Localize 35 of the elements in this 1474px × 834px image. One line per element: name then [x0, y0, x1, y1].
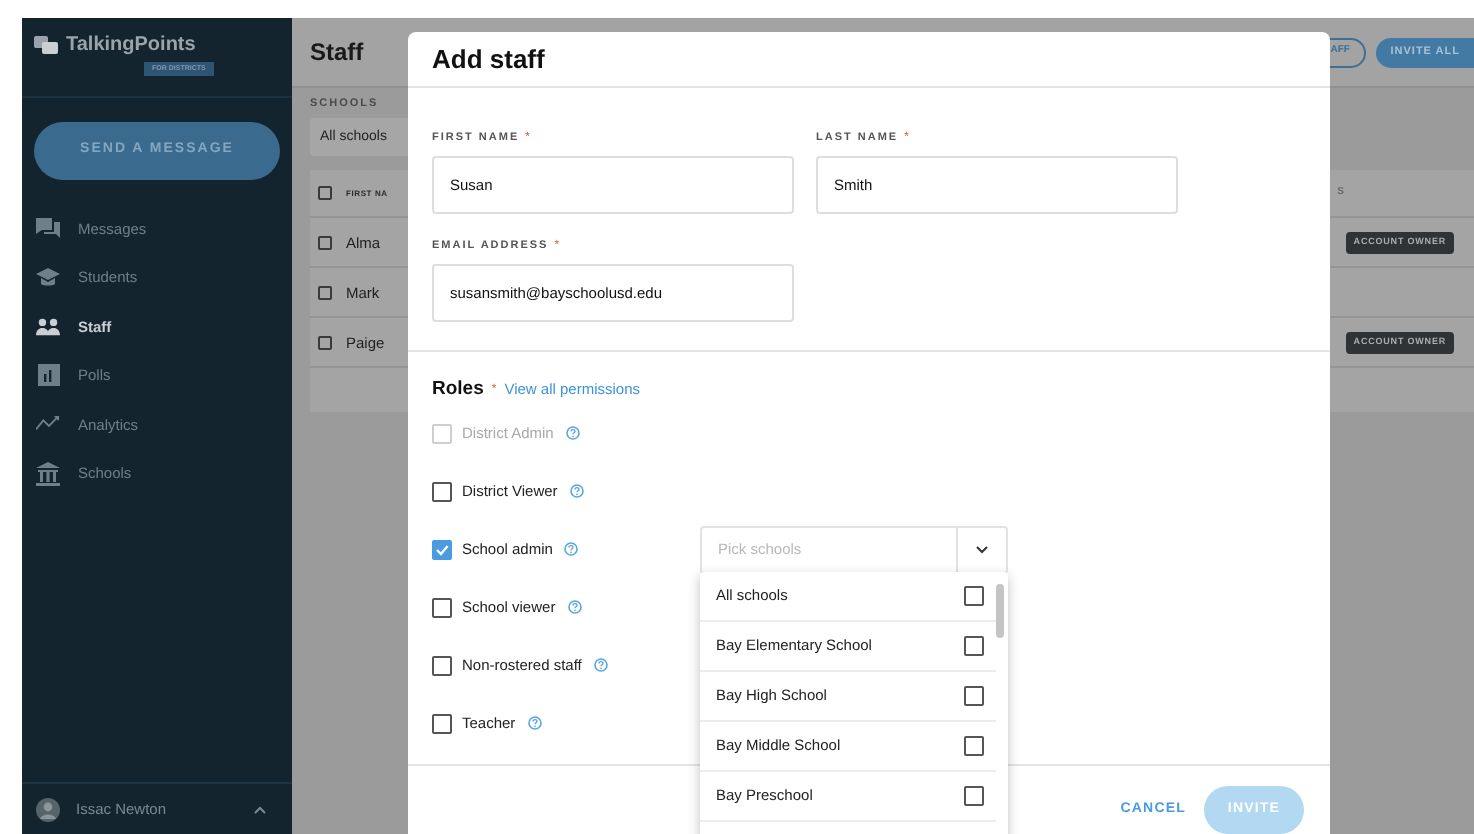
option-checkbox[interactable]	[964, 736, 984, 756]
scrollbar-thumb[interactable]	[996, 584, 1004, 638]
help-icon	[569, 484, 584, 498]
row-checkbox[interactable]	[318, 235, 332, 250]
trend-line-icon	[36, 416, 60, 433]
role-checkbox[interactable]	[432, 655, 452, 675]
option-checkbox[interactable]	[964, 636, 984, 656]
option-checkbox[interactable]	[964, 686, 984, 706]
graduation-cap-icon	[36, 267, 60, 288]
people-icon	[36, 317, 60, 336]
app-logo: TalkingPoints	[66, 32, 196, 60]
help-icon	[564, 542, 579, 556]
avatar-icon	[36, 797, 60, 821]
building-icon	[36, 461, 60, 486]
option-checkbox[interactable]	[964, 586, 984, 606]
chevron-down-icon	[976, 545, 988, 553]
role-checkbox[interactable]	[432, 539, 452, 559]
role-checkbox[interactable]	[432, 597, 452, 617]
dialog-title: Add staff	[432, 41, 545, 78]
help-icon	[593, 658, 608, 672]
role-checkbox[interactable]	[432, 481, 452, 501]
roles-title: Roles	[432, 375, 484, 404]
caret-up-icon	[254, 805, 266, 813]
logo-icon	[34, 36, 58, 54]
row-checkbox[interactable]	[318, 285, 332, 300]
help-icon	[567, 600, 582, 614]
role-checkbox[interactable]	[432, 713, 452, 733]
help-icon	[565, 426, 580, 440]
row-checkbox[interactable]	[318, 335, 332, 350]
option-checkbox[interactable]	[964, 786, 984, 806]
select-all-checkbox[interactable]	[318, 186, 332, 201]
page-title: Staff	[310, 36, 364, 70]
bar-chart-icon	[36, 364, 60, 387]
help-icon	[527, 716, 542, 730]
chat-icon	[36, 217, 60, 240]
